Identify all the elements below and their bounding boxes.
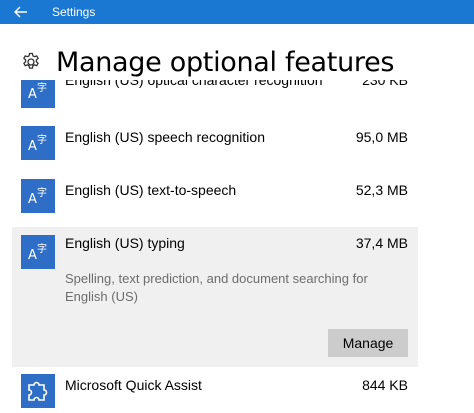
list-item[interactable]: A字 English (US) speech recognition 95,0 …: [12, 126, 418, 170]
svg-text:字: 字: [37, 133, 47, 146]
feature-name: English (US) speech recognition: [65, 129, 265, 145]
svg-text:A: A: [28, 139, 37, 154]
list-item-selected[interactable]: A字 English (US) typing 37,4 MB Spelling,…: [12, 227, 418, 367]
list-item[interactable]: Microsoft Quick Assist 844 KB: [12, 374, 418, 413]
feature-description: Spelling, text prediction, and document …: [65, 271, 368, 304]
language-icon: A字: [21, 126, 55, 160]
title-bar: Settings: [0, 0, 474, 24]
feature-size: 37,4 MB: [355, 235, 408, 251]
feature-name: English (US) optical character recogniti…: [65, 80, 323, 88]
svg-text:A: A: [28, 248, 37, 263]
svg-text:字: 字: [37, 186, 47, 199]
feature-name: English (US) typing: [65, 235, 185, 251]
feature-size: 95,0 MB: [355, 129, 408, 145]
list-item[interactable]: A字 English (US) text-to-speech 52,3 MB: [12, 179, 418, 223]
page-header: Manage optional features: [20, 44, 394, 80]
feature-size: 844 KB: [362, 377, 408, 393]
feature-size: 52,3 MB: [355, 182, 408, 198]
back-arrow-icon: [14, 6, 27, 18]
gear-icon: [20, 51, 42, 73]
back-button[interactable]: [0, 0, 42, 24]
svg-text:字: 字: [37, 81, 47, 94]
svg-text:字: 字: [37, 242, 47, 255]
language-icon: A字: [21, 179, 55, 213]
feature-size: 230 KB: [362, 80, 408, 88]
page-title: Manage optional features: [56, 46, 395, 78]
language-icon: A字: [21, 235, 55, 269]
window-title: Settings: [52, 5, 96, 19]
language-icon: A字: [21, 80, 55, 108]
list-item[interactable]: A字 English (US) optical character recogn…: [12, 80, 418, 118]
feature-name: English (US) text-to-speech: [65, 182, 237, 198]
feature-name: Microsoft Quick Assist: [65, 377, 202, 393]
svg-text:A: A: [28, 192, 37, 207]
features-list: A字 English (US) optical character recogn…: [0, 80, 474, 413]
manage-button[interactable]: Manage: [328, 329, 408, 357]
puzzle-icon: [21, 374, 55, 408]
svg-text:A: A: [28, 87, 37, 102]
